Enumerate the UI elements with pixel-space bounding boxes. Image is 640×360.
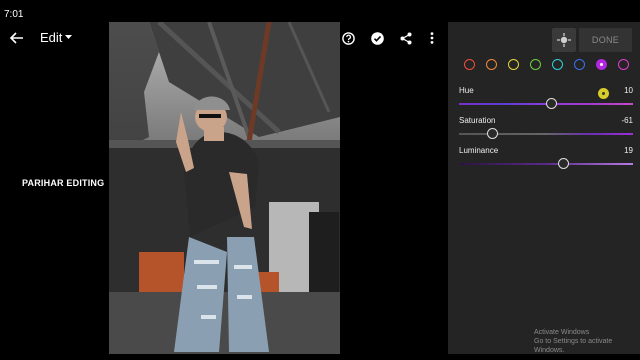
- color-adjust-panel: DONE Hue 10 Saturation -61 Luminance 19: [448, 22, 640, 354]
- luminance-thumb[interactable]: [558, 158, 569, 169]
- swatch-green[interactable]: [530, 59, 541, 70]
- hue-label: Hue: [459, 86, 474, 95]
- luminance-track[interactable]: [459, 163, 633, 165]
- activate-line-2: Go to Settings to activate Windows.: [534, 338, 613, 354]
- hue-thumb[interactable]: [546, 98, 557, 109]
- saturation-thumb[interactable]: [487, 128, 498, 139]
- swatch-yellow[interactable]: [508, 59, 519, 70]
- swatch-aqua[interactable]: [552, 59, 563, 70]
- watermark-text: PARIHAR EDITING: [22, 178, 105, 188]
- swatch-purple[interactable]: [596, 59, 607, 70]
- swatch-orange[interactable]: [486, 59, 497, 70]
- edit-mode-menu[interactable]: Edit: [40, 30, 73, 45]
- check-icon[interactable]: [369, 30, 385, 46]
- activate-windows-notice: Activate Windows Go to Settings to activ…: [534, 328, 640, 355]
- hue-value: 10: [624, 86, 633, 95]
- luminance-value: 19: [624, 146, 633, 155]
- color-swatch-row: [462, 59, 632, 73]
- done-button[interactable]: DONE: [579, 28, 632, 52]
- saturation-track[interactable]: [459, 133, 633, 135]
- saturation-value: -61: [621, 116, 633, 125]
- arrow-left-icon[interactable]: [8, 30, 26, 46]
- photo-preview[interactable]: [109, 22, 340, 354]
- more-vertical-icon[interactable]: [425, 30, 439, 46]
- swatch-magenta[interactable]: [618, 59, 629, 70]
- target-adjust-icon[interactable]: [552, 28, 576, 52]
- luminance-slider: Luminance 19: [459, 146, 633, 176]
- status-bar: 7:01: [0, 0, 640, 22]
- swatch-red[interactable]: [464, 59, 475, 70]
- status-time: 7:01: [4, 9, 24, 20]
- luminance-label: Luminance: [459, 146, 499, 155]
- saturation-slider: Saturation -61: [459, 116, 633, 146]
- swatch-blue[interactable]: [574, 59, 585, 70]
- share-icon[interactable]: [398, 30, 414, 46]
- caret-down-icon: [65, 35, 73, 39]
- activate-line-1: Activate Windows: [534, 329, 590, 336]
- saturation-label: Saturation: [459, 116, 496, 125]
- edit-label: Edit: [40, 30, 63, 45]
- help-icon[interactable]: [340, 30, 356, 46]
- hue-marker-icon: [598, 88, 609, 99]
